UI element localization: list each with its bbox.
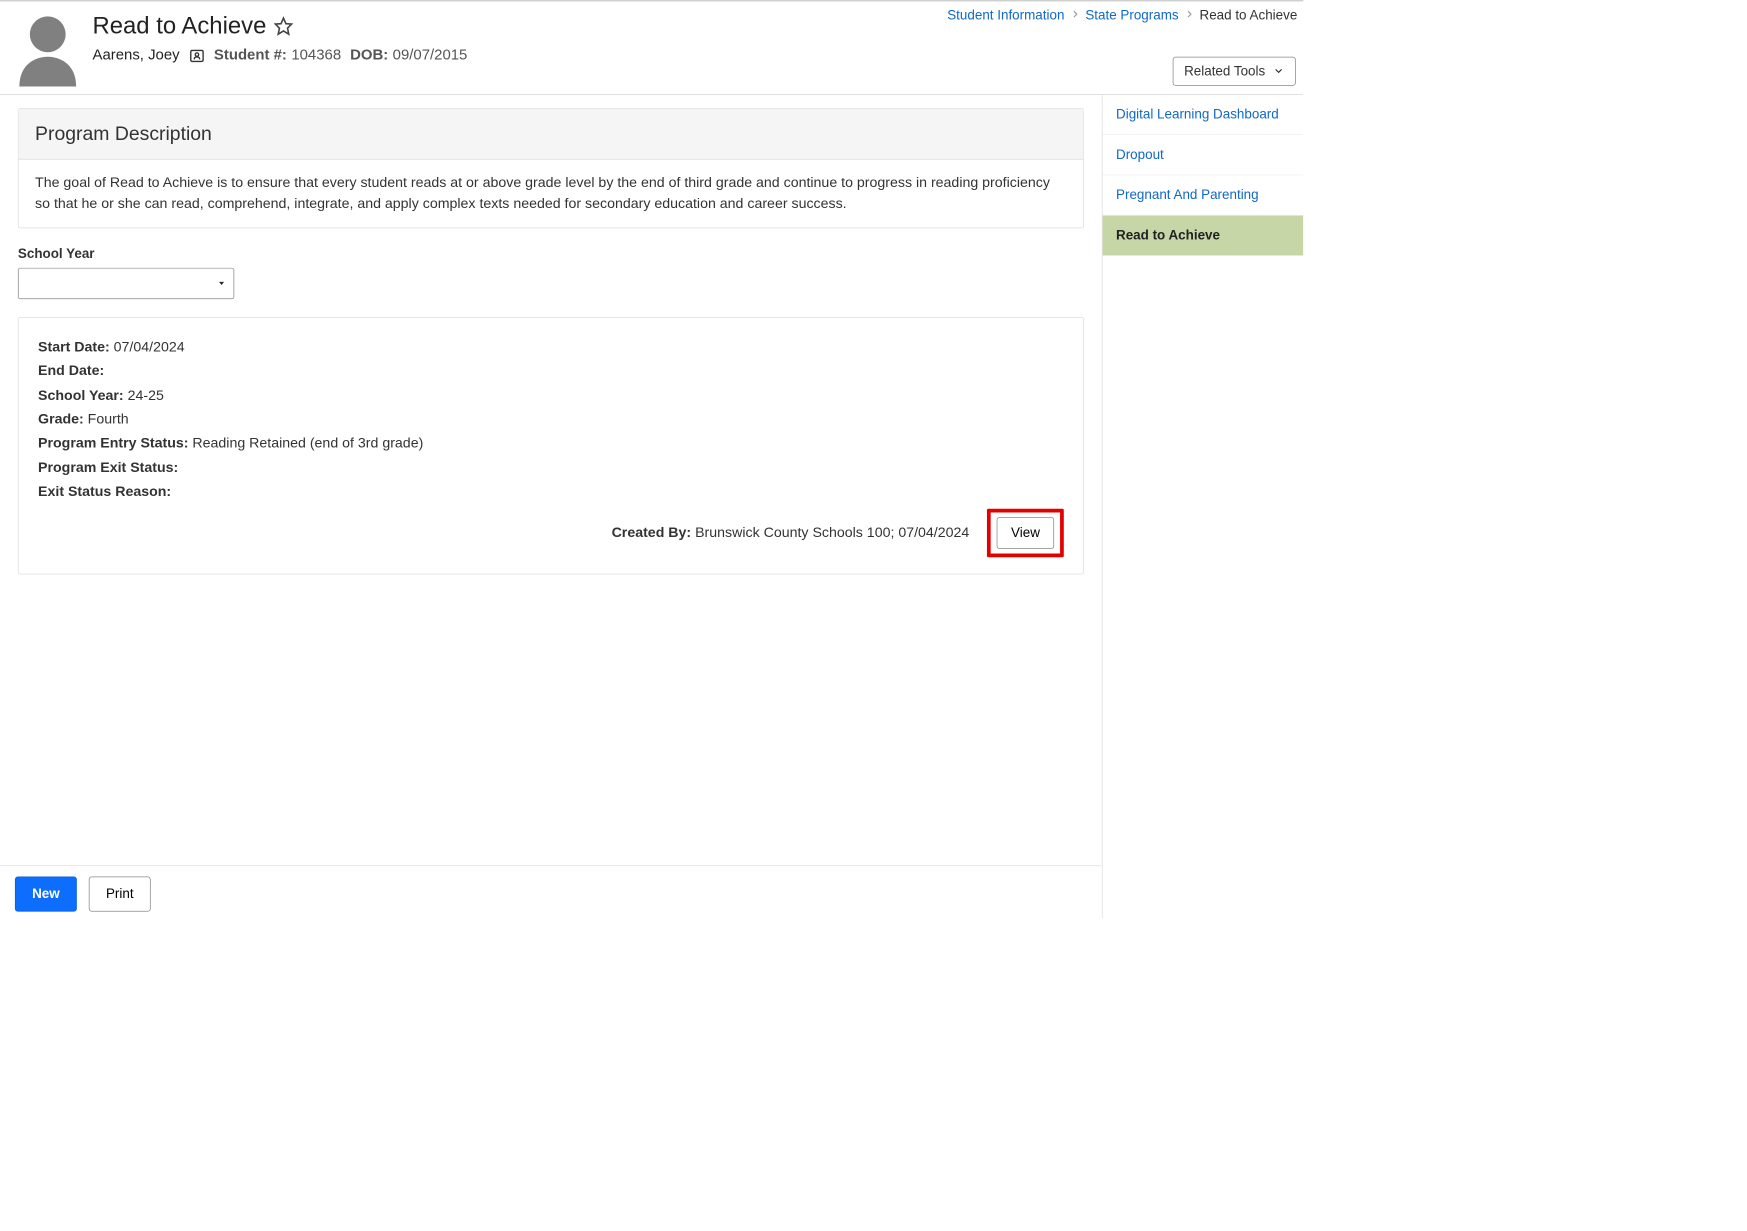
- breadcrumb: Student Information State Programs Read …: [947, 7, 1297, 23]
- avatar: [15, 15, 81, 87]
- program-description-card: Program Description The goal of Read to …: [18, 108, 1084, 228]
- entry-status-value: Reading Retained (end of 3rd grade): [192, 436, 423, 452]
- page-title: Read to Achieve: [93, 12, 267, 40]
- student-name: Aarens, Joey: [93, 47, 180, 64]
- related-tools-dropdown[interactable]: Related Tools: [1173, 57, 1296, 86]
- grade-value: Fourth: [88, 412, 129, 428]
- breadcrumb-current: Read to Achieve: [1199, 7, 1297, 23]
- page-header: Read to Achieve Aarens, Joey Student #: [0, 1, 1303, 94]
- created-by-label: Created By:: [612, 525, 692, 541]
- exit-status-label: Program Exit Status:: [38, 460, 178, 476]
- sidebar-item-read-to-achieve[interactable]: Read to Achieve: [1103, 216, 1304, 256]
- student-num: 104368: [291, 47, 341, 64]
- student-sub-row: Aarens, Joey Student #: 104368 DOB: 09/0…: [93, 47, 1299, 64]
- start-date-label: Start Date:: [38, 339, 110, 355]
- body: Program Description The goal of Read to …: [0, 95, 1303, 919]
- entry-status-label: Program Entry Status:: [38, 436, 188, 452]
- sidebar-item-digital-learning[interactable]: Digital Learning Dashboard: [1103, 95, 1304, 135]
- start-date-value: 07/04/2024: [114, 339, 185, 355]
- favorite-star-icon[interactable]: [274, 16, 293, 35]
- chevron-down-icon: [1273, 63, 1285, 79]
- school-year-value: 24-25: [128, 388, 164, 404]
- side-panel: Digital Learning Dashboard Dropout Pregn…: [1102, 95, 1303, 919]
- exit-reason-label: Exit Status Reason:: [38, 484, 171, 500]
- program-description-heading: Program Description: [19, 109, 1084, 160]
- new-button[interactable]: New: [15, 877, 77, 912]
- school-year-row-label: School Year:: [38, 388, 124, 404]
- view-highlight: View: [987, 509, 1064, 557]
- student-num-label: Student #:: [214, 47, 287, 64]
- id-card-icon[interactable]: [189, 47, 205, 63]
- main-content: Program Description The goal of Read to …: [0, 95, 1102, 919]
- app-root: Read to Achieve Aarens, Joey Student #: [0, 0, 1303, 918]
- chevron-right-icon: [1070, 7, 1079, 23]
- bottom-bar: New Print: [0, 865, 1102, 918]
- sidebar-item-dropout[interactable]: Dropout: [1103, 135, 1304, 175]
- program-description-text: The goal of Read to Achieve is to ensure…: [19, 160, 1084, 228]
- view-button[interactable]: View: [997, 517, 1054, 549]
- end-date-label: End Date:: [38, 364, 104, 380]
- breadcrumb-state-programs[interactable]: State Programs: [1085, 7, 1178, 23]
- related-tools-label: Related Tools: [1184, 63, 1265, 79]
- school-year-select[interactable]: [18, 268, 234, 299]
- created-by-value: Brunswick County Schools 100; 07/04/2024: [695, 525, 969, 541]
- grade-label: Grade:: [38, 412, 84, 428]
- dob-label: DOB:: [350, 47, 388, 64]
- sidebar-item-pregnant-parenting[interactable]: Pregnant And Parenting: [1103, 175, 1304, 215]
- breadcrumb-student-info[interactable]: Student Information: [947, 7, 1064, 23]
- school-year-label: School Year: [18, 246, 1084, 262]
- chevron-right-icon: [1185, 7, 1194, 23]
- print-button[interactable]: Print: [89, 877, 151, 912]
- program-record: Start Date: 07/04/2024 End Date: School …: [18, 317, 1084, 574]
- dob-value: 09/07/2015: [393, 47, 468, 64]
